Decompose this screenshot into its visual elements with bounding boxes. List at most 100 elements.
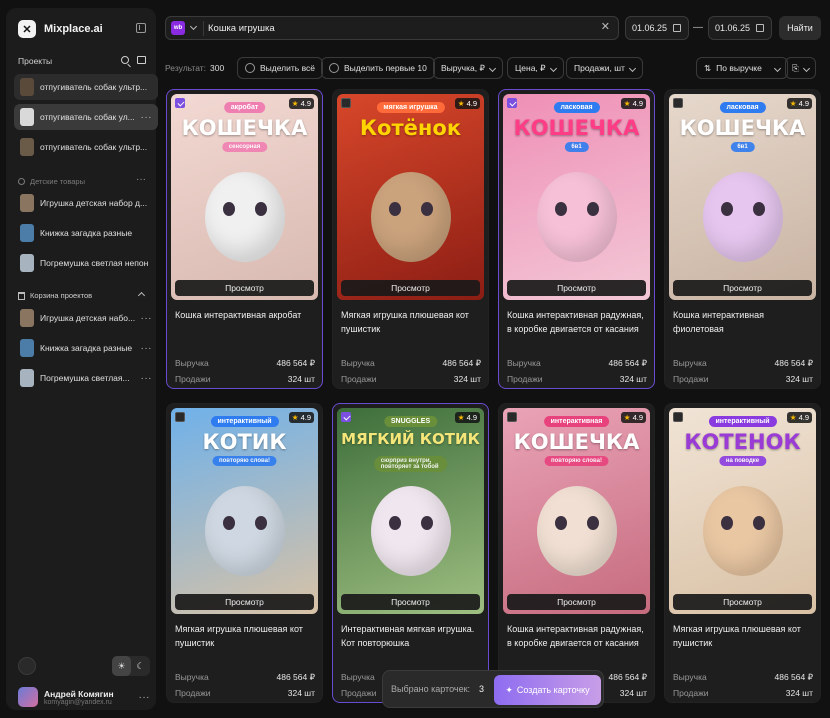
trash-item-2[interactable]: Книжка загадка разные ···: [14, 335, 158, 361]
product-image[interactable]: мягкая игрушка Котёнок ★ 4.9 Просмотр: [337, 94, 484, 300]
product-image[interactable]: ласковая КОШЕЧКА 6в1 ★ 4.9 Просмотр: [503, 94, 650, 300]
product-card[interactable]: интерактивный КОТИК повторяю слова! ★ 4.9 Пр…: [166, 403, 323, 703]
search-bar: wb ✕: [165, 16, 619, 40]
view-button[interactable]: Просмотр: [341, 594, 480, 610]
trash-header[interactable]: Корзина проектов: [18, 291, 92, 300]
product-card[interactable]: мягкая игрушка Котёнок ★ 4.9 Просмотр Мягкая…: [332, 89, 489, 389]
product-card[interactable]: ласковая КОШЕЧКА 6в1 ★ 4.9 Просмотр Кошка инт…: [498, 89, 655, 389]
product-card[interactable]: ласковая КОШЕЧКА 6в1 ★ 4.9 Просмотр Кошка инт…: [664, 89, 821, 389]
more-icon[interactable]: ···: [141, 112, 153, 123]
product-card[interactable]: интерактивный КОТЕНОК на поводке ★ 4.9 Просм…: [664, 403, 821, 703]
sidebar-project-1[interactable]: отпугиватель собак ультр...: [14, 74, 158, 100]
search-input[interactable]: [208, 20, 598, 36]
card-checkbox[interactable]: [673, 98, 683, 108]
more-icon[interactable]: ···: [136, 174, 146, 185]
product-image[interactable]: ласковая КОШЕЧКА 6в1 ★ 4.9 Просмотр: [669, 94, 816, 300]
user-profile[interactable]: Андрей Комягин komyagin@yandex.ru: [18, 687, 114, 707]
image-tag: SNUGGLES: [383, 416, 438, 427]
card-checkbox[interactable]: [673, 412, 683, 422]
sidebar-item-label: Погремушка светлая...: [40, 373, 130, 383]
more-icon[interactable]: ···: [141, 343, 153, 354]
revenue-value: 486 564 ₽: [276, 358, 316, 368]
star-icon: ★: [291, 99, 299, 108]
user-name: Андрей Комягин: [44, 688, 114, 699]
trash-item-3[interactable]: Погремушка светлая... ···: [14, 365, 158, 391]
selection-bar: Выбрано карточек: 3 ✦ Создать карточку: [382, 670, 604, 708]
view-button[interactable]: Просмотр: [341, 280, 480, 296]
product-image[interactable]: SNUGGLES МЯГКИЙ КОТИК сюрприз внутри, повт…: [337, 408, 484, 614]
sort-label: По выручке: [716, 63, 762, 73]
card-checkbox[interactable]: [175, 98, 185, 108]
user-email: komyagin@yandex.ru: [44, 698, 112, 706]
cat-figure: [703, 486, 783, 576]
theme-toggle[interactable]: ☀ ☾: [112, 656, 150, 676]
find-button[interactable]: Найти: [779, 16, 821, 40]
card-checkbox[interactable]: [341, 98, 351, 108]
product-card[interactable]: SNUGGLES МЯГКИЙ КОТИК сюрприз внутри, повт…: [332, 403, 489, 703]
export-button[interactable]: ⎘: [785, 57, 816, 79]
product-card[interactable]: акробат КОШЕЧКА сенсорная ★ 4.9 Просмотр Кошк…: [166, 89, 323, 389]
sidebar-project-3[interactable]: отпугиватель собак ультр...: [14, 134, 158, 160]
sidebar-group-item-3[interactable]: Погремушка светлая непон: [14, 250, 158, 276]
view-button[interactable]: Просмотр: [673, 594, 812, 610]
card-checkbox[interactable]: [341, 412, 351, 422]
sidebar-group-item-2[interactable]: Книжка загадка разные: [14, 220, 158, 246]
selected-label: Выбрано карточек:: [391, 684, 471, 694]
product-image[interactable]: акробат КОШЕЧКА сенсорная ★ 4.9 Просмотр: [171, 94, 318, 300]
view-button[interactable]: Просмотр: [673, 280, 812, 296]
sidebar-collapse-icon[interactable]: [136, 23, 146, 33]
more-icon[interactable]: ···: [141, 313, 153, 324]
chevron-up-icon[interactable]: [137, 291, 146, 300]
create-card-button[interactable]: ✦ Создать карточку: [494, 675, 601, 705]
product-title: Мягкая игрушка плюшевая кот пушистик: [341, 310, 469, 334]
sidebar-group-item-1[interactable]: Игрушка детская набор д...: [14, 190, 158, 216]
date-from-field[interactable]: 01.06.25: [625, 16, 689, 40]
date-separator: —: [693, 22, 703, 33]
marketplace-badge[interactable]: wb: [171, 21, 185, 35]
card-checkbox[interactable]: [507, 412, 517, 422]
more-icon[interactable]: ···: [141, 373, 153, 384]
product-image[interactable]: интерактивная КОШЕЧКА повторяю слова! ★ 4.9…: [503, 408, 650, 614]
more-icon[interactable]: ···: [139, 692, 151, 703]
new-project-icon[interactable]: [137, 56, 146, 64]
select-first-button[interactable]: Выделить первые 10: [321, 57, 435, 79]
revenue-filter[interactable]: Выручка, ₽: [433, 57, 503, 79]
sidebar-project-2[interactable]: отпугиватель собак ул... ···: [14, 104, 158, 130]
group-label: Детские товары: [30, 177, 85, 186]
revenue-value: 486 564 ₽: [608, 672, 648, 682]
product-card[interactable]: интерактивная КОШЕЧКА повторяю слова! ★ 4.9…: [498, 403, 655, 703]
sort-dropdown[interactable]: ⇅ По выручке: [696, 57, 788, 79]
chevron-down-icon: [802, 64, 810, 72]
search-icon[interactable]: [121, 56, 129, 64]
trash-item-1[interactable]: Игрушка детская набо... ···: [14, 305, 158, 331]
product-title: Интерактивная мягкая игрушка. Кот повтор…: [341, 624, 475, 648]
product-image[interactable]: интерактивный КОТЕНОК на поводке ★ 4.9 Просм…: [669, 408, 816, 614]
product-image[interactable]: интерактивный КОТИК повторяю слова! ★ 4.9 Пр…: [171, 408, 318, 614]
cat-eye: [223, 202, 235, 216]
moon-icon[interactable]: ☾: [131, 656, 150, 676]
card-checkbox[interactable]: [175, 412, 185, 422]
logo-icon: ✕: [18, 20, 36, 38]
close-icon[interactable]: ✕: [601, 20, 610, 33]
chevron-down-icon[interactable]: [189, 22, 198, 31]
sales-row: Продажи 324 шт: [175, 374, 315, 384]
revenue-label: Выручка: [341, 672, 375, 682]
cat-eye: [753, 516, 765, 530]
view-button[interactable]: Просмотр: [507, 280, 646, 296]
price-filter[interactable]: Цена, ₽: [507, 57, 564, 79]
card-checkbox[interactable]: [507, 98, 517, 108]
chat-icon[interactable]: [18, 657, 36, 675]
revenue-value: 486 564 ₽: [276, 672, 316, 682]
sun-icon[interactable]: ☀: [112, 656, 131, 676]
image-headline: КОШЕЧКА: [181, 116, 308, 140]
date-to-field[interactable]: 01.06.25: [708, 16, 772, 40]
view-button[interactable]: Просмотр: [175, 280, 314, 296]
view-button[interactable]: Просмотр: [175, 594, 314, 610]
brand[interactable]: ✕ Mixplace.ai: [18, 20, 103, 38]
sales-filter[interactable]: Продажи, шт: [566, 57, 643, 79]
select-all-button[interactable]: Выделить всё: [237, 57, 323, 79]
group-header[interactable]: Детские товары: [18, 177, 85, 186]
sales-row: Продажи 324 шт: [341, 374, 481, 384]
sidebar-item-label: отпугиватель собак ул...: [40, 112, 135, 122]
view-button[interactable]: Просмотр: [507, 594, 646, 610]
